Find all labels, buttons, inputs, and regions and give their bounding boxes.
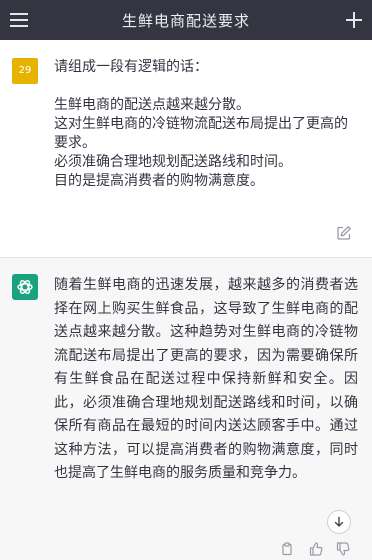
thumbs-down-icon[interactable] [336,541,350,556]
user-line: 这对生鲜电商的冷链物流配送布局提出了更高的要求。 [54,116,348,151]
openai-logo-icon [12,274,38,300]
user-avatar: 29 [12,58,38,84]
top-bar: 生鲜电商配送要求 [0,0,372,40]
user-message: 29 请组成一段有逻辑的话： 生鲜电商的配送点越来越分散。 这对生鲜电商的冷链物… [0,40,372,258]
edit-icon[interactable] [336,225,352,241]
user-line: 目的是提高消费者的购物满意度。 [54,173,264,189]
user-line: 请组成一段有逻辑的话： [54,59,208,75]
user-line: 必须准确合理地规划配送路线和时间。 [54,154,292,170]
new-chat-plus-icon[interactable] [344,10,364,30]
copy-icon[interactable] [280,541,294,556]
conversation-title: 生鲜电商配送要求 [121,12,250,30]
scroll-to-bottom-button[interactable] [327,510,351,534]
thumbs-up-icon[interactable] [309,541,323,556]
user-message-text: 请组成一段有逻辑的话： 生鲜电商的配送点越来越分散。 这对生鲜电商的冷链物流配送… [54,58,359,191]
arrow-down-icon [334,516,344,527]
user-line: 生鲜电商的配送点越来越分散。 [54,97,250,113]
assistant-message-text: 随着生鲜电商的迅速发展，越来越多的消费者选择在网上购买生鲜食品，这导致了生鲜电商… [54,277,358,481]
assistant-message: 随着生鲜电商的迅速发展，越来越多的消费者选择在网上购买生鲜食品，这导致了生鲜电商… [0,258,372,555]
